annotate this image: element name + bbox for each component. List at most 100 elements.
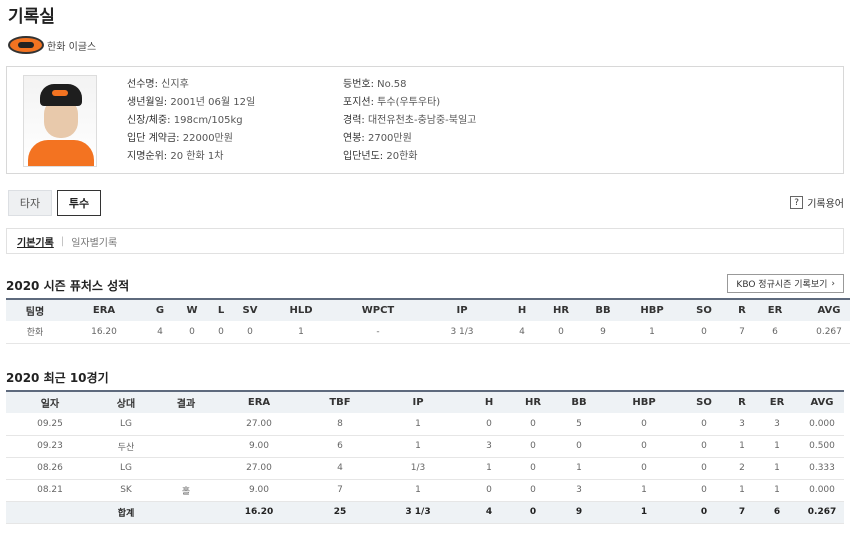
table-cell: 3 1/3 <box>420 321 504 344</box>
table-cell: 1 <box>266 321 336 344</box>
info-name: 선수명: 신지후 <box>127 79 189 90</box>
glossary-label: 기록용어 <box>807 199 844 210</box>
table-row: 09.25 LG 27.00 8 1 0 0 5 0 0 3 3 0.000 <box>6 413 844 436</box>
season-header-cell: 팀명 <box>6 298 64 321</box>
season-header-cell: HR <box>540 298 582 321</box>
recent-header-cell: HBP <box>610 390 678 413</box>
table-cell: 08.26 <box>6 457 94 480</box>
table-cell: 8 <box>304 413 376 436</box>
chevron-right-icon: › <box>831 278 835 289</box>
total-cell: 6 <box>754 501 800 524</box>
tab-pitcher[interactable]: 투수 <box>57 190 101 216</box>
recent-header-cell: H <box>460 390 518 413</box>
table-cell: 09.23 <box>6 435 94 458</box>
kbo-season-button[interactable]: KBO 정규시즌 기록보기 › <box>727 274 844 293</box>
table-cell: 3 <box>460 435 518 458</box>
info-number: 등번호: No.58 <box>343 79 407 90</box>
player-profile: 선수명: 신지후 생년월일: 2001년 06월 12일 신장/체중: 198c… <box>6 66 844 174</box>
page-title: 기록실 <box>8 7 55 27</box>
table-cell: 0 <box>610 435 678 458</box>
recent-header-row: 일자 상대 결과 ERA TBF IP H HR BB HBP SO R ER AVG <box>6 390 844 413</box>
info-salary: 연봉: 2700만원 <box>343 133 412 144</box>
table-cell: 0 <box>678 479 730 502</box>
table-cell: 0 <box>176 321 208 344</box>
table-row: 한화 16.20 4 0 0 0 1-3 1/3 4 0 9 1 0 7 6 0.267 <box>6 321 850 344</box>
subtab-separator: | <box>60 235 65 247</box>
total-cell <box>6 501 94 524</box>
table-cell: 0 <box>678 457 730 480</box>
total-cell: 0 <box>518 501 548 524</box>
recent-header-cell: HR <box>518 390 548 413</box>
recent-games-table: 일자 상대 결과 ERA TBF IP H HR BB HBP SO R ER AVG 09.25 LG 27… <box>6 390 844 524</box>
total-cell: 16.20 <box>214 501 304 524</box>
recent-header-cell: TBF <box>304 390 376 413</box>
season-header-cell: W <box>176 298 208 321</box>
table-cell <box>158 413 214 436</box>
team-logo <box>8 36 44 54</box>
table-cell: 0.500 <box>800 435 844 458</box>
table-cell: 0 <box>460 413 518 436</box>
table-cell: 6 <box>304 435 376 458</box>
info-position: 포지션: 투수(우투우타) <box>343 97 441 108</box>
season-header-cell: SO <box>680 298 728 321</box>
table-cell: 0 <box>234 321 266 344</box>
table-cell: 6 <box>756 321 794 344</box>
total-cell: 9 <box>548 501 610 524</box>
table-cell: 0.267 <box>794 321 850 344</box>
recent-section-title: 2020 최근 10경기 <box>6 371 109 385</box>
season-header-cell: WPCT <box>336 298 420 321</box>
table-cell: 0 <box>518 413 548 436</box>
table-cell: 2 <box>730 457 754 480</box>
table-cell: 4 <box>504 321 540 344</box>
team-name: 한화 이글스 <box>47 41 97 53</box>
glossary-link[interactable]: ? 기록용어 <box>790 195 844 210</box>
recent-header-cell: 결과 <box>158 390 214 413</box>
table-cell: 0.000 <box>800 413 844 436</box>
season-header-cell: H <box>504 298 540 321</box>
table-cell: 7 <box>728 321 756 344</box>
recent-header-cell: ERA <box>214 390 304 413</box>
table-cell: 3 <box>730 413 754 436</box>
subtab-basic[interactable]: 기본기록 <box>17 234 54 249</box>
table-cell: 0 <box>460 479 518 502</box>
table-cell: 0 <box>208 321 234 344</box>
table-cell: 두산 <box>94 435 158 458</box>
table-cell: 0 <box>548 435 610 458</box>
total-cell: 25 <box>304 501 376 524</box>
total-cell: 7 <box>730 501 754 524</box>
total-cell: 4 <box>460 501 518 524</box>
table-cell: 0 <box>518 457 548 480</box>
table-cell: 9.00 <box>214 435 304 458</box>
table-cell: 0 <box>678 435 730 458</box>
total-cell: 0 <box>678 501 730 524</box>
table-cell: 홀 <box>158 479 214 502</box>
recent-header-cell: BB <box>548 390 610 413</box>
table-cell: 0 <box>518 435 548 458</box>
recent-header-cell: AVG <box>800 390 844 413</box>
table-cell: 9 <box>582 321 624 344</box>
info-signing-bonus: 입단 계약금: 22000만원 <box>127 133 233 144</box>
table-cell: 0 <box>680 321 728 344</box>
info-birthdate: 생년월일: 2001년 06월 12일 <box>127 97 256 108</box>
subtab-daily[interactable]: 일자별기록 <box>71 234 117 249</box>
season-header-cell: AVG <box>794 298 850 321</box>
table-cell: 1 <box>730 479 754 502</box>
season-header-cell: ER <box>756 298 794 321</box>
table-cell: 1 <box>754 457 800 480</box>
table-cell: 5 <box>548 413 610 436</box>
tab-batter[interactable]: 타자 <box>8 190 52 216</box>
table-cell: 4 <box>304 457 376 480</box>
table-cell: 1 <box>548 457 610 480</box>
season-section-title: 2020 시즌 퓨처스 성적 <box>6 279 130 293</box>
table-cell: 1 <box>376 413 460 436</box>
info-height-weight: 신장/체중: 198cm/105kg <box>127 115 243 126</box>
total-row: 합계 16.20 25 3 1/3 4 0 9 1 0 7 6 0.267 <box>6 501 844 524</box>
table-row: 09.23 두산 9.00 6 1 3 0 0 0 0 1 1 0.500 <box>6 435 844 458</box>
season-stats-table: 팀명 ERA G W L SV HLD WPCT IP H HR BB HBP SO R ER AVG 한화 16… <box>6 298 850 344</box>
season-header-cell: R <box>728 298 756 321</box>
total-cell: 합계 <box>94 501 158 524</box>
table-cell: 4 <box>144 321 176 344</box>
table-cell: 0 <box>540 321 582 344</box>
season-header-cell: HBP <box>624 298 680 321</box>
table-cell: 27.00 <box>214 413 304 436</box>
